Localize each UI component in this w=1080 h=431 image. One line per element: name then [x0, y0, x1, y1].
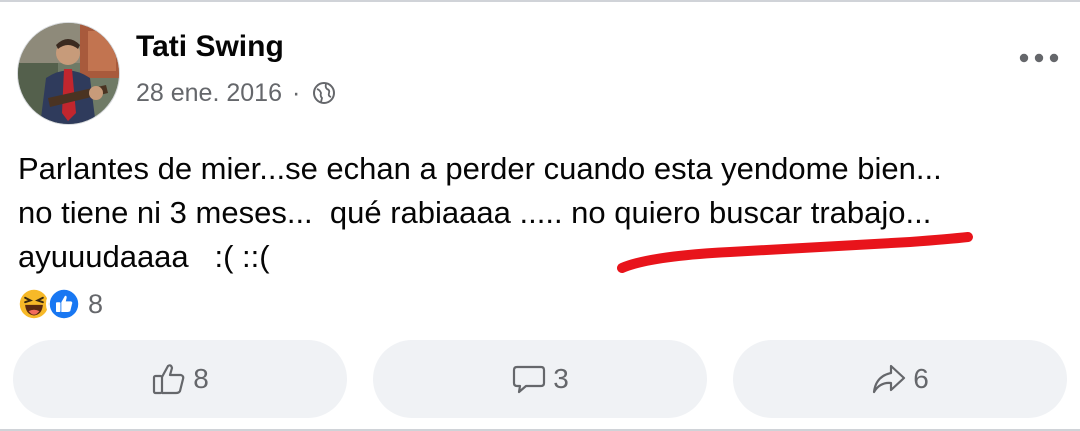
reaction-summary[interactable]: 8	[16, 286, 103, 322]
avatar-photo	[18, 23, 119, 124]
like-button[interactable]: 8	[13, 340, 347, 418]
post-date[interactable]: 28 ene. 2016	[136, 79, 282, 108]
comment-bubble-icon	[513, 365, 546, 394]
facebook-post: Tati Swing 28 ene. 2016 · Parlantes de m…	[0, 0, 1080, 431]
like-reaction-icon	[46, 286, 82, 322]
share-button[interactable]: 6	[733, 340, 1067, 418]
comment-button[interactable]: 3	[373, 340, 707, 418]
author-name[interactable]: Tati Swing	[136, 30, 284, 64]
post-meta: 28 ene. 2016 ·	[136, 78, 336, 108]
meta-separator: ·	[291, 78, 301, 107]
share-count: 6	[913, 363, 929, 394]
red-underline-annotation	[617, 232, 973, 273]
share-arrow-icon	[873, 364, 906, 394]
thumbs-up-icon	[153, 364, 185, 395]
more-options-icon[interactable]	[1017, 47, 1061, 69]
comment-count: 3	[553, 363, 569, 394]
globe-icon	[313, 82, 336, 104]
author-avatar[interactable]	[17, 22, 120, 125]
reaction-count: 8	[88, 288, 104, 319]
like-count: 8	[193, 363, 209, 394]
post-text-line: Parlantes de mier...se echan a perder cu…	[18, 151, 942, 186]
